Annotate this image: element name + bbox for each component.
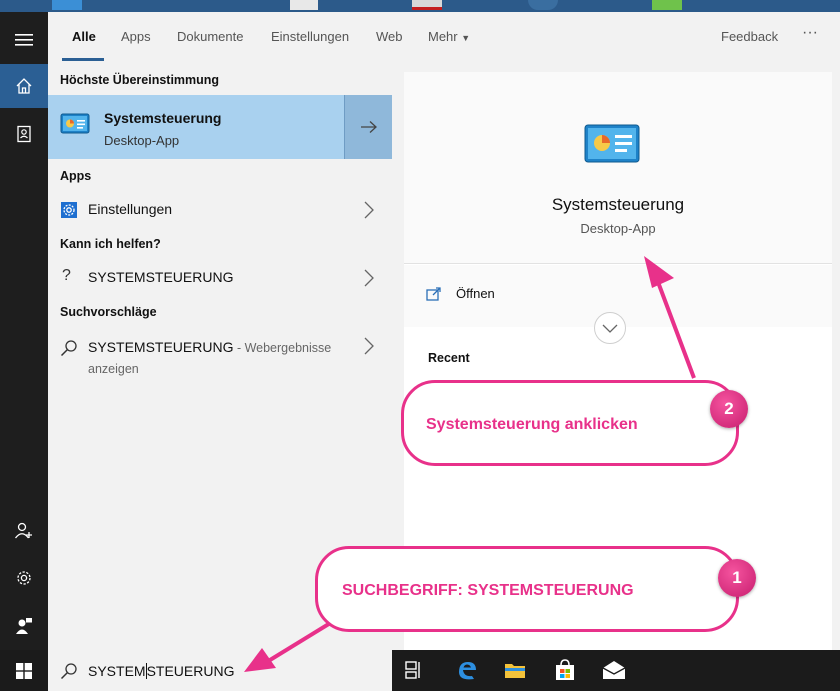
callout-text: SUCHBEGRIFF: SYSTEMSTEUERUNG bbox=[342, 582, 634, 599]
arrow-to-search bbox=[268, 620, 334, 662]
arrow-to-preview bbox=[656, 281, 696, 379]
callout-search-term: SUCHBEGRIFF: SYSTEMSTEUERUNG bbox=[315, 546, 739, 632]
step-badge-2: 2 bbox=[710, 390, 748, 428]
step-badge-1: 1 bbox=[718, 559, 756, 597]
callout-click-systemsteuerung: Systemsteuerung anklicken bbox=[401, 380, 739, 466]
arrowhead-up bbox=[644, 256, 674, 288]
callout-text: Systemsteuerung anklicken bbox=[426, 416, 638, 433]
